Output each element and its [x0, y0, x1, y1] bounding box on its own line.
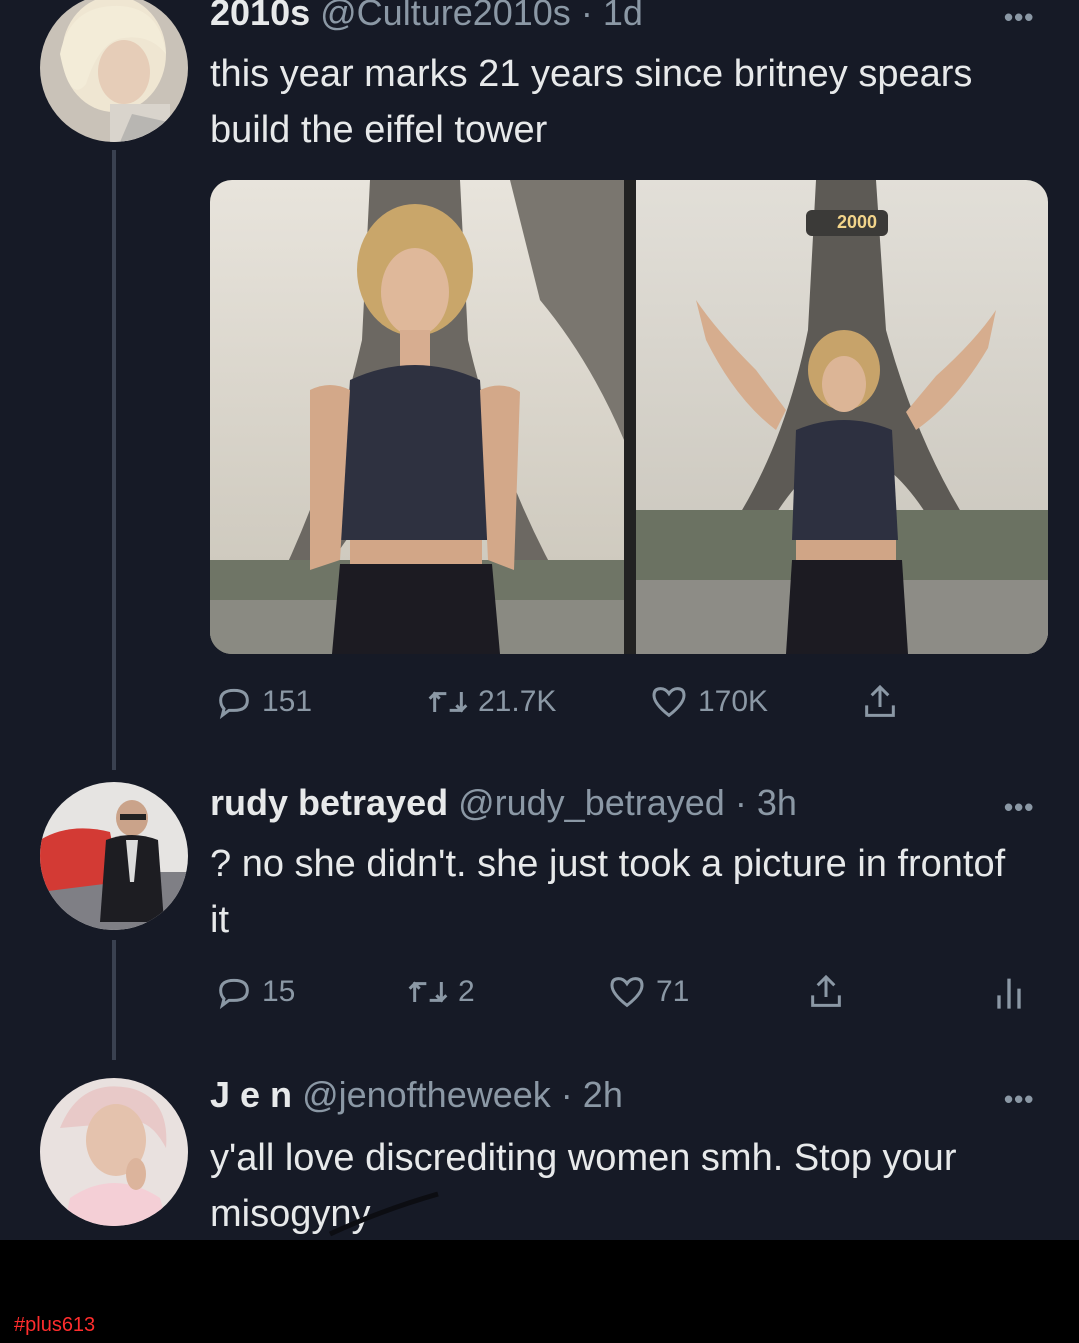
share-button[interactable] [860, 682, 900, 722]
like-count: 170K [698, 685, 769, 718]
tweet-header: rudy betrayed @rudy_betrayed · 3h [210, 782, 797, 824]
tweet-thread: 2010s @Culture2010s · 1d ••• this year m… [0, 0, 1079, 1240]
thread-line [112, 150, 116, 770]
handle[interactable]: @Culture2010s [320, 0, 571, 33]
retweet-count: 2 [458, 975, 475, 1008]
reply-button[interactable]: 151 [214, 682, 312, 722]
tweet-header: 2010s @Culture2010s · 1d [210, 0, 643, 34]
tweet-text: ? no she didn't. she just took a picture… [210, 843, 1006, 941]
reply-icon [219, 978, 249, 1010]
media-photo-right[interactable] [636, 180, 1048, 654]
tower-banner: 2000 [836, 212, 878, 232]
like-icon [652, 687, 686, 718]
reply-count: 151 [262, 685, 313, 718]
avatar[interactable] [40, 0, 188, 142]
avatar[interactable] [40, 1078, 188, 1226]
scribble-mark [328, 1191, 439, 1237]
retweet-icon [408, 981, 448, 1003]
share-icon [811, 974, 841, 1007]
hashtag-watermark: #plus613 [14, 1314, 96, 1336]
share-button[interactable] [806, 972, 846, 1012]
analytics-icon [997, 978, 1021, 1009]
more-icon[interactable]: ••• [1004, 1084, 1034, 1115]
tweet-header: J e n @jenoftheweek · 2h [210, 1074, 623, 1116]
like-button[interactable]: 170K [648, 682, 768, 722]
display-name[interactable]: 2010s [210, 0, 310, 33]
reply-button[interactable]: 15 [214, 972, 295, 1012]
separator: · [560, 1074, 573, 1115]
tweet-media[interactable]: 2000 [210, 180, 1048, 654]
tweet-text: this year marks 21 years since britney s… [210, 53, 973, 151]
tweet-actions: 15 2 71 [210, 972, 1050, 1016]
display-name[interactable]: J e n [210, 1074, 292, 1115]
timestamp[interactable]: 2h [583, 1074, 623, 1115]
more-icon[interactable]: ••• [1004, 2, 1034, 33]
retweet-button[interactable]: 2 [406, 972, 475, 1012]
like-icon [610, 977, 644, 1008]
like-button[interactable]: 71 [606, 972, 689, 1012]
retweet-button[interactable]: 21.7K [426, 682, 556, 722]
tweet-actions: 151 21.7K 170K [210, 682, 1050, 726]
retweet-icon [428, 691, 468, 713]
display-name[interactable]: rudy betrayed [210, 782, 448, 823]
analytics-button[interactable] [994, 972, 1024, 1012]
timestamp[interactable]: 3h [757, 782, 797, 823]
reply-icon [219, 688, 249, 720]
more-icon[interactable]: ••• [1004, 792, 1034, 823]
retweet-count: 21.7K [478, 685, 557, 718]
avatar[interactable] [40, 782, 188, 930]
handle[interactable]: @jenoftheweek [302, 1074, 551, 1115]
timestamp[interactable]: 1d [603, 0, 643, 33]
media-photo-left[interactable] [210, 180, 624, 654]
share-icon [865, 684, 895, 717]
thread-line [112, 940, 116, 1060]
handle[interactable]: @rudy_betrayed [458, 782, 725, 823]
like-count: 71 [656, 975, 690, 1008]
separator: · [734, 782, 747, 823]
reply-count: 15 [262, 975, 296, 1008]
separator: · [580, 0, 593, 33]
